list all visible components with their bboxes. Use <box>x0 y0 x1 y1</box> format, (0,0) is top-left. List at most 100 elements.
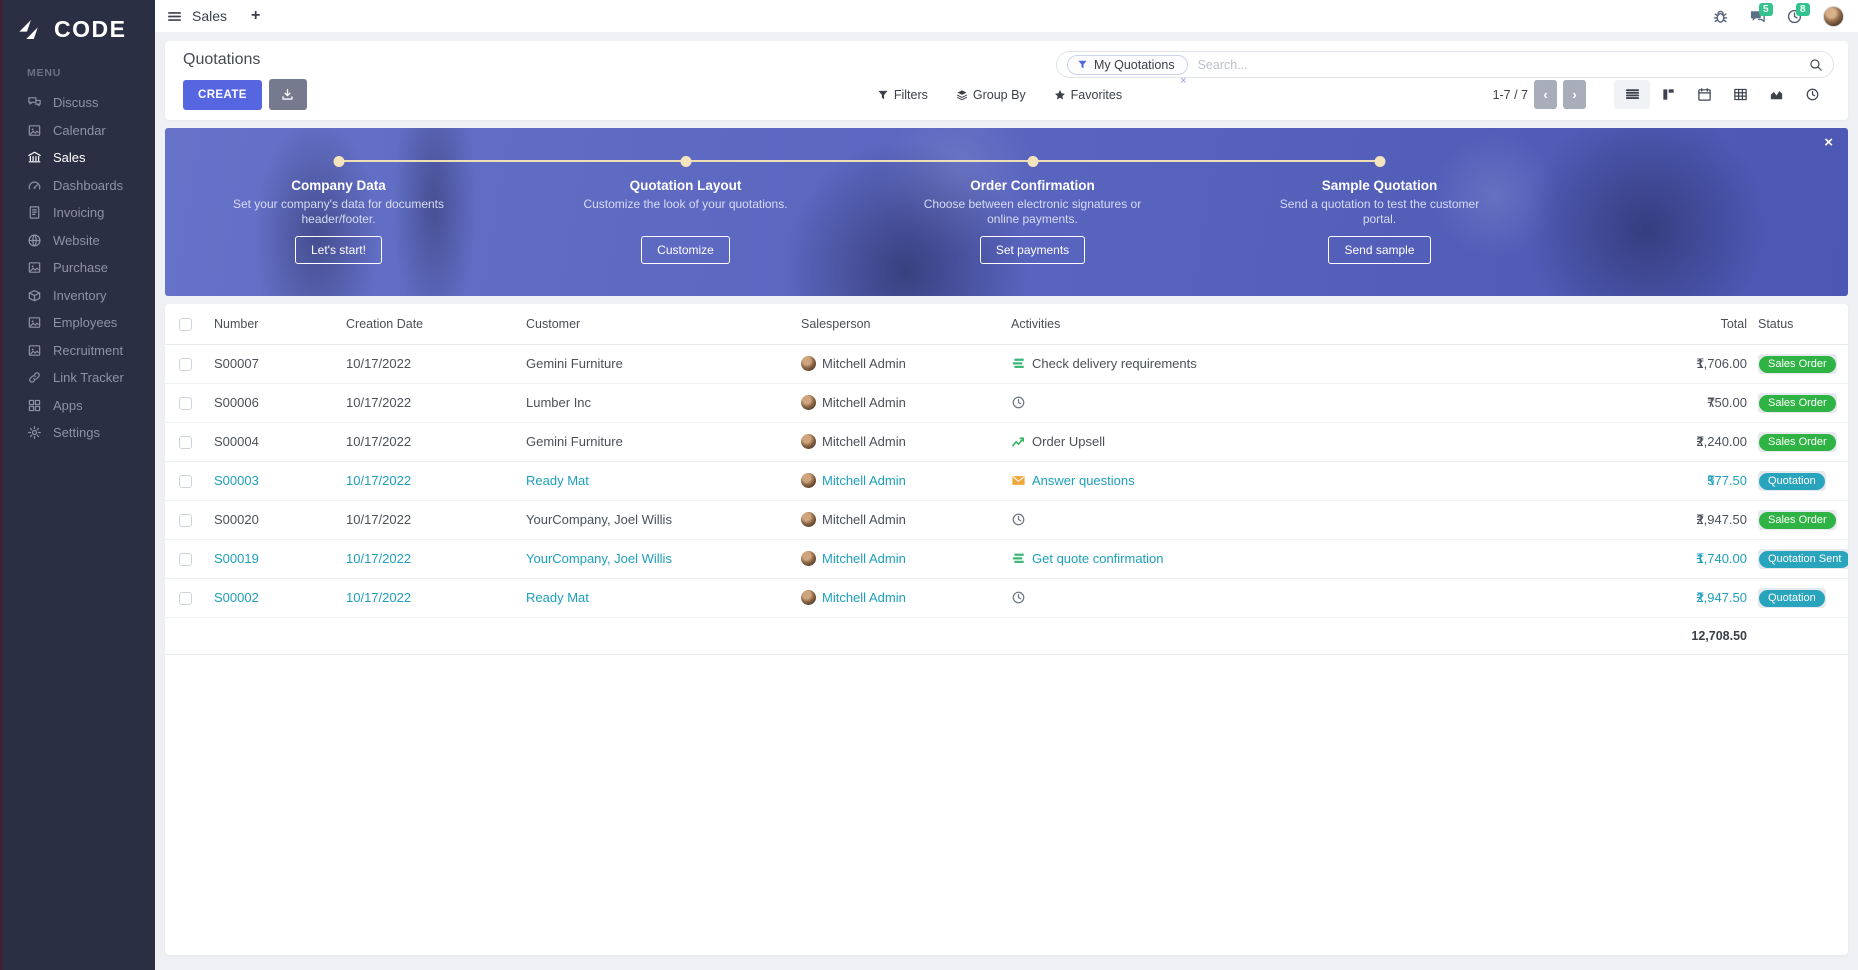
messages-icon[interactable]: 5 <box>1749 8 1766 25</box>
view-switch-activity[interactable] <box>1794 80 1830 109</box>
sidebar-item-apps[interactable]: Apps <box>3 392 155 420</box>
facet-remove-icon[interactable]: × <box>1180 76 1186 87</box>
view-switch-kanban[interactable] <box>1650 80 1686 109</box>
sidebar-item-website[interactable]: Website <box>3 227 155 255</box>
create-button[interactable]: CREATE <box>183 80 262 110</box>
topbar: Sales + 5 8 <box>155 0 1858 33</box>
sidebar-item-link-tracker[interactable]: Link Tracker <box>3 364 155 392</box>
activity-list-icon[interactable] <box>1011 356 1026 371</box>
column-header-salesperson[interactable]: Salesperson <box>800 304 1010 344</box>
sidebar-item-discuss[interactable]: Discuss <box>3 89 155 117</box>
table-row[interactable]: S0000710/17/2022Gemini FurnitureMitchell… <box>165 344 1848 383</box>
column-header-status[interactable]: Status <box>1755 304 1848 344</box>
status-badge-label: Sales Order <box>1759 395 1836 412</box>
new-tab-button[interactable]: + <box>251 8 260 24</box>
cell-number: S00019 <box>213 539 345 578</box>
sidebar-item-purchase[interactable]: Purchase <box>3 254 155 282</box>
search-facet-label: My Quotations <box>1094 58 1175 72</box>
banner-close-icon[interactable]: × <box>1824 135 1833 150</box>
pager-previous-button[interactable]: ‹ <box>1534 80 1557 109</box>
activity-clock-icon[interactable] <box>1011 395 1026 410</box>
export-button[interactable] <box>269 79 307 110</box>
search-input[interactable] <box>1196 57 1809 73</box>
search-icon[interactable] <box>1809 58 1823 72</box>
step-title: Quotation Layout <box>512 178 859 193</box>
cell-customer: YourCompany, Joel Willis <box>525 500 800 539</box>
cell-customer: YourCompany, Joel Willis <box>525 539 800 578</box>
step-action-button[interactable]: Customize <box>641 236 730 264</box>
cell-creation-date: 10/17/2022 <box>345 539 525 578</box>
activities-clock-icon[interactable]: 8 <box>1786 8 1803 25</box>
cell-number: S00003 <box>213 461 345 500</box>
status-badge: Quotation <box>1758 471 1826 491</box>
step-description: Set your company's data for documents he… <box>221 197 456 227</box>
debug-bug-icon[interactable] <box>1712 8 1729 25</box>
sidebar-item-invoicing[interactable]: Invoicing <box>3 199 155 227</box>
table-row[interactable]: S0001910/17/2022YourCompany, Joel Willis… <box>165 539 1848 578</box>
table-row[interactable]: S0000210/17/2022Ready MatMitchell Admin₹… <box>165 578 1848 617</box>
activity-chart-icon[interactable] <box>1011 434 1026 449</box>
column-header-creation-date[interactable]: Creation Date <box>345 304 525 344</box>
sidebar-item-inventory[interactable]: Inventory <box>3 282 155 310</box>
app-logo[interactable]: CODE <box>3 0 155 61</box>
search-box[interactable]: My Quotations × <box>1056 51 1834 78</box>
step-action-button[interactable]: Let's start! <box>295 236 382 264</box>
row-checkbox[interactable] <box>179 436 192 449</box>
activity-envelope-icon[interactable] <box>1011 473 1026 488</box>
favorites-menu[interactable]: Favorites <box>1054 88 1122 102</box>
user-avatar[interactable] <box>1823 6 1844 27</box>
footer-total-sum: 12,708.50 <box>1605 617 1755 654</box>
select-all-checkbox[interactable] <box>179 318 192 331</box>
view-switch-graph[interactable] <box>1758 80 1794 109</box>
row-checkbox[interactable] <box>179 397 192 410</box>
cell-activity: Get quote confirmation <box>1032 551 1164 566</box>
view-switch-list[interactable] <box>1614 80 1650 109</box>
onboarding-step: Sample QuotationSend a quotation to test… <box>1206 128 1553 296</box>
activity-clock-icon[interactable] <box>1011 512 1026 527</box>
table-row[interactable]: S0000610/17/2022Lumber IncMitchell Admin… <box>165 383 1848 422</box>
activity-clock-icon[interactable] <box>1011 590 1026 605</box>
table-row[interactable]: S0000310/17/2022Ready MatMitchell AdminA… <box>165 461 1848 500</box>
timeline-dot <box>333 156 344 167</box>
table-row[interactable]: S0002010/17/2022YourCompany, Joel Willis… <box>165 500 1848 539</box>
brand-name: CODE <box>54 16 126 43</box>
sidebar-item-recruitment[interactable]: Recruitment <box>3 337 155 365</box>
pager-next-button[interactable]: › <box>1563 80 1586 109</box>
row-checkbox[interactable] <box>179 553 192 566</box>
cell-total: 2,947.50 <box>1696 590 1747 605</box>
row-checkbox[interactable] <box>179 514 192 527</box>
column-header-customer[interactable]: Customer <box>525 304 800 344</box>
sidebar-item-calendar[interactable]: Calendar <box>3 117 155 145</box>
column-header-number[interactable]: Number <box>213 304 345 344</box>
sidebar-item-employees[interactable]: Employees <box>3 309 155 337</box>
sidebar-item-sales[interactable]: Sales <box>3 144 155 172</box>
column-header-activities[interactable]: Activities <box>1010 304 1605 344</box>
step-action-button[interactable]: Set payments <box>980 236 1085 264</box>
row-checkbox[interactable] <box>179 358 192 371</box>
row-checkbox[interactable] <box>179 475 192 488</box>
activity-list-icon[interactable] <box>1011 551 1026 566</box>
activity-view-icon <box>1805 87 1820 102</box>
cell-salesperson: Mitchell Admin <box>822 512 906 527</box>
step-action-button[interactable]: Send sample <box>1328 236 1430 264</box>
filters-menu[interactable]: Filters <box>877 88 928 102</box>
sidebar-item-dashboards[interactable]: Dashboards <box>3 172 155 200</box>
cell-total: 2,240.00 <box>1696 434 1747 449</box>
column-header-total[interactable]: Total <box>1605 304 1755 344</box>
app-tab-sales[interactable]: Sales <box>192 8 227 24</box>
discuss-icon <box>27 95 42 110</box>
hamburger-menu-icon[interactable] <box>167 9 182 24</box>
sidebar-item-settings[interactable]: Settings <box>3 419 155 447</box>
view-switch-pivot[interactable] <box>1722 80 1758 109</box>
table-row[interactable]: S0000410/17/2022Gemini FurnitureMitchell… <box>165 422 1848 461</box>
group-by-menu[interactable]: Group By <box>956 88 1026 102</box>
search-facet[interactable]: My Quotations × <box>1067 55 1188 75</box>
row-checkbox[interactable] <box>179 592 192 605</box>
calendar-view-icon <box>1697 87 1712 102</box>
cell-customer: Gemini Furniture <box>525 422 800 461</box>
view-switch-calendar[interactable] <box>1686 80 1722 109</box>
status-badge: Sales Order <box>1758 432 1837 452</box>
salesperson-avatar <box>801 512 816 527</box>
cell-customer: Ready Mat <box>525 461 800 500</box>
step-description: Send a quotation to test the customer po… <box>1262 197 1497 227</box>
